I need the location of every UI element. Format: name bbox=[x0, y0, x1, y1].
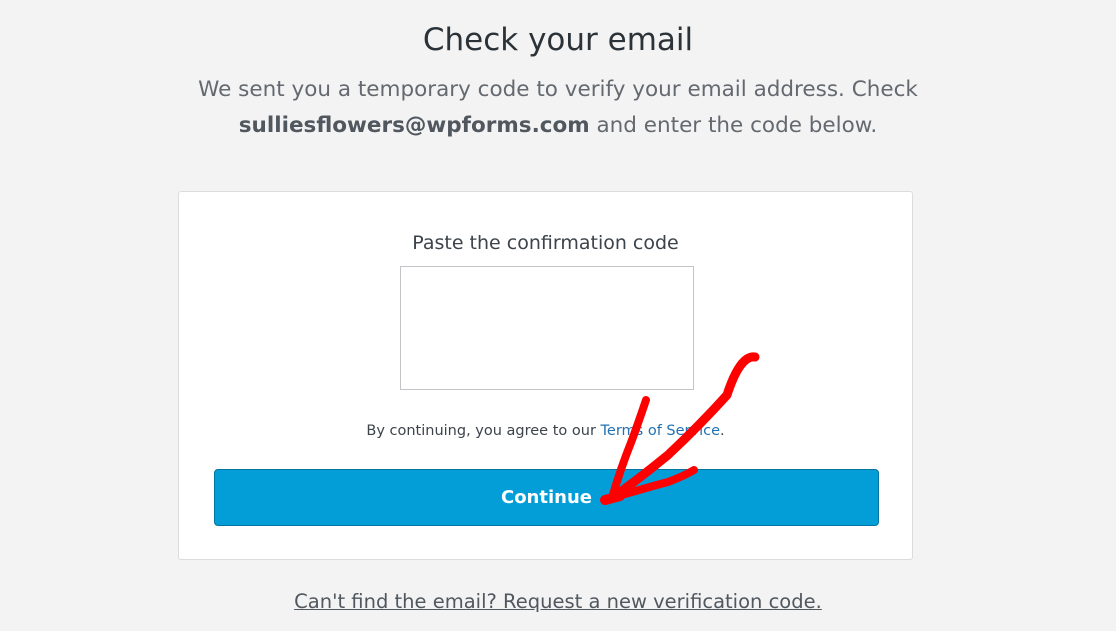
verification-page: Check your email We sent you a temporary… bbox=[0, 0, 1116, 631]
terms-suffix: . bbox=[720, 423, 725, 439]
subtitle-text: We sent you a temporary code to verify y… bbox=[198, 77, 918, 102]
verification-card: Paste the confirmation code By continuin… bbox=[178, 191, 913, 560]
resend-code-link[interactable]: Can't find the email? Request a new veri… bbox=[294, 590, 822, 613]
continue-button[interactable]: Continue bbox=[214, 469, 879, 526]
code-label: Paste the confirmation code bbox=[412, 232, 679, 254]
resend-code-row: Can't find the email? Request a new veri… bbox=[0, 590, 1116, 613]
terms-of-service-link[interactable]: Terms of Service bbox=[601, 423, 720, 439]
terms-prefix: By continuing, you agree to our bbox=[366, 423, 601, 439]
terms-notice: By continuing, you agree to our Terms of… bbox=[179, 423, 912, 439]
page-subtitle: We sent you a temporary code to verify y… bbox=[170, 72, 946, 144]
email-address: sulliesflowers@wpforms.com bbox=[238, 113, 590, 138]
subtitle-text-end: and enter the code below. bbox=[589, 113, 878, 138]
page-title: Check your email bbox=[422, 22, 694, 58]
confirmation-code-input[interactable] bbox=[400, 266, 694, 390]
